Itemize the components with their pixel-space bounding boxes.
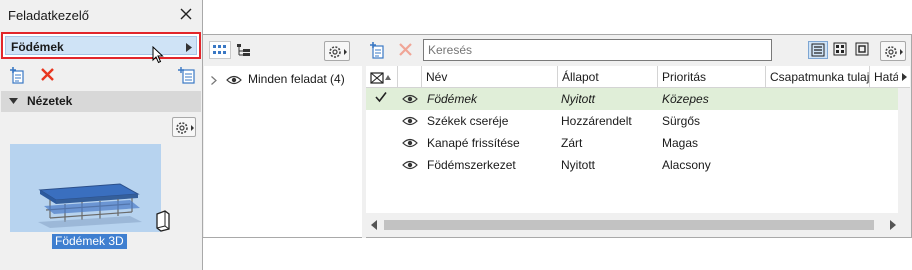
grid-view-icon[interactable] [209,41,231,59]
project-dropdown-label: Födémek [11,40,64,54]
task-priority: Közepes [662,92,709,106]
eye-icon[interactable] [402,93,418,105]
task-name: Kanapé frissítése [427,136,520,150]
delete-icon[interactable] [40,67,55,82]
eye-icon[interactable] [402,159,418,171]
task-status: Zárt [561,136,583,150]
table-row[interactable]: Székek cseréje Hozzárendelt Sürgős [366,110,898,132]
scroll-left-arrow-icon[interactable] [371,220,377,230]
task-status: Nyitott [561,158,596,172]
tiles-view-icon[interactable] [831,41,851,59]
new-task-icon[interactable] [370,41,388,59]
task-status: Nyitott [561,92,596,106]
column-header-deadline[interactable]: Határ [870,66,898,88]
sort-icon [369,71,393,85]
mouse-cursor-icon [152,46,164,64]
gear-icon[interactable] [172,117,196,137]
checkmark-icon [375,91,387,103]
eye-icon[interactable] [226,74,242,86]
view-thumbnail[interactable] [10,144,161,232]
task-name: Födémek [427,92,478,106]
horizontal-scroll-thumb[interactable] [384,220,874,230]
header-scroll-arrow[interactable] [898,66,910,88]
3d-view-icon [154,210,172,232]
chevron-right-icon [902,73,907,81]
scroll-right-arrow-icon[interactable] [890,220,896,230]
eye-column-header[interactable] [398,66,422,88]
task-priority: Alacsony [662,158,711,172]
eye-icon[interactable] [402,115,418,127]
task-priority: Sürgős [662,114,701,128]
project-dropdown-field: Födémek [5,36,197,55]
column-header-status[interactable]: Állapot [558,66,658,88]
close-icon[interactable] [178,6,194,22]
project-dropdown[interactable]: Födémek [1,32,201,59]
table-row[interactable]: Kanapé frissítése Zárt Magas [366,132,898,154]
tree-view-icon[interactable] [234,41,254,59]
table-row[interactable]: Födémek Nyitott Közepes [366,88,898,110]
task-priority: Magas [662,136,699,150]
chevron-right-icon[interactable] [211,76,217,85]
sort-column-header[interactable] [366,66,398,88]
task-status: Hozzárendelt [561,114,632,128]
column-header-teamwork-owner[interactable]: Csapatmunka tulaj [766,66,870,88]
views-section-header[interactable]: Nézetek [1,91,201,112]
tree-item-all-tasks[interactable]: Minden feladat (4) [248,72,345,86]
single-view-icon[interactable] [853,41,873,59]
table-row[interactable]: Födémszerkezet Nyitott Alacsony [366,154,898,176]
task-list-icon[interactable] [178,66,196,84]
new-task-icon[interactable] [10,66,28,84]
list-view-icon[interactable] [808,41,828,59]
column-header-priority[interactable]: Prioritás [658,66,766,88]
gear-icon[interactable] [880,41,906,61]
panel-title: Feladatkezelő [8,8,89,23]
search-input[interactable] [423,39,772,61]
task-tree-pane [204,66,362,237]
eye-icon[interactable] [402,137,418,149]
delete-icon [398,42,413,57]
chevron-right-icon [186,43,192,52]
view-thumbnail-label[interactable]: Födémek 3D [52,234,127,249]
task-name: Födémszerkezet [427,158,516,172]
collapse-caret-icon [9,98,18,104]
gear-icon[interactable] [324,41,350,61]
vertical-scrollbar[interactable] [898,88,910,214]
views-section-label: Nézetek [27,94,73,108]
task-name: Székek cseréje [427,114,509,128]
column-header-name[interactable]: Név [422,66,558,88]
